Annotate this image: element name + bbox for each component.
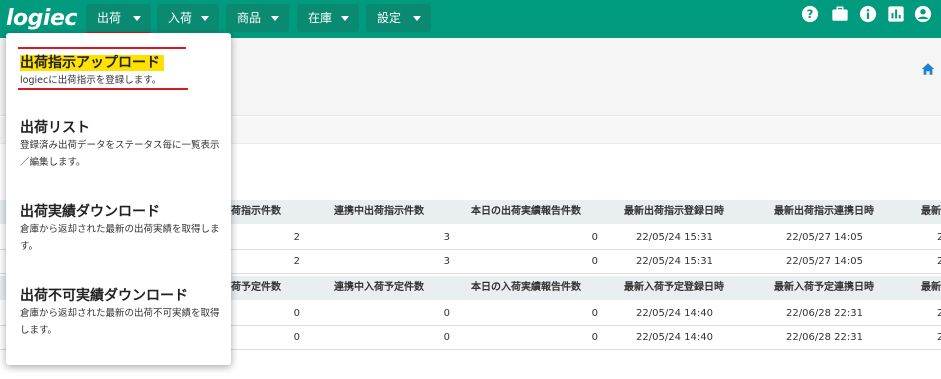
column-header: 本日の入荷実績報告件数 [471,282,581,293]
column-header: 最新入荷予定登録日時 [624,282,724,293]
table-cell: 3 [443,232,450,243]
chevron-down-icon [413,16,421,21]
shipping-dropdown-menu: 出荷指示アップロード logiecに出荷指示を登録します。 出荷リスト 登録済み… [6,33,231,365]
column-header: 荷指示件数 [231,206,281,217]
table-cell: 22/06/28 22:31 [786,308,863,319]
menu-item-description: logiecに出荷指示を登録します。 [20,75,162,86]
menu-item-description: 登録済み出荷データをステータス毎に一覧表示／編集します。 [20,140,220,168]
table-cell: 22/05/24 14:40 [636,308,713,319]
table-cell: 22/05/24 14:40 [636,332,713,343]
home-icon[interactable] [921,62,935,76]
column-header: 連携中出荷指示件数 [334,206,424,217]
nav-menu-inventory-label: 在庫 [308,11,333,25]
menu-item-title: 出荷不可実績ダウンロード [20,288,188,304]
nav-menu-products-label: 商品 [237,11,262,25]
table-cell: 2 [937,232,941,243]
chart-icon[interactable] [887,5,905,23]
table-cell: 2 [937,308,941,319]
nav-menu-receiving[interactable]: 入荷 [157,4,219,32]
table-cell: 0 [293,332,300,343]
chevron-down-icon [271,16,279,21]
table-cell: 22/05/27 14:05 [786,232,863,243]
table-cell: 3 [443,256,450,267]
table-cell: 22/06/28 22:31 [786,332,863,343]
menu-item-shipping-instruction-upload[interactable]: 出荷指示アップロード logiecに出荷指示を登録します。 [6,49,231,93]
nav-menu-receiving-label: 入荷 [168,11,193,25]
info-icon[interactable] [859,5,877,23]
menu-item-title: 出荷実績ダウンロード [20,204,160,220]
help-icon[interactable]: ? [801,5,819,23]
chevron-down-icon [201,16,209,21]
nav-menu-products[interactable]: 商品 [226,4,289,32]
nav-menu-shipping[interactable]: 出荷 [86,4,151,34]
menu-item-shipping-list[interactable]: 出荷リスト 登録済み出荷データをステータス毎に一覧表示／編集します。 [6,117,231,177]
menu-item-unshippable-results-download[interactable]: 出荷不可実績ダウンロード 倉庫から返却された最新の出荷不可実績を取得します。 [6,285,231,345]
table-cell: 0 [591,256,598,267]
menu-item-shipping-results-download[interactable]: 出荷実績ダウンロード 倉庫から返却された最新の出荷実績を取得します。 [6,201,231,261]
column-header: 最新 [921,206,941,217]
column-header: 本日の出荷実績報告件数 [471,206,581,217]
nav-menu-settings-label: 設定 [377,11,402,25]
table-cell: 0 [443,308,450,319]
column-header: 最新 [921,282,941,293]
menu-item-title: 出荷指示アップロード [20,52,164,72]
column-header: 連携中入荷予定件数 [334,282,424,293]
nav-menu-shipping-label: 出荷 [97,11,122,25]
table-cell: 0 [591,308,598,319]
column-header: 荷予定件数 [231,282,281,293]
column-header: 最新出荷指示連携日時 [774,206,874,217]
column-header: 最新出荷指示登録日時 [624,206,724,217]
table-cell: 2 [293,256,300,267]
menu-item-description: 倉庫から返却された最新の出荷実績を取得します。 [20,224,220,252]
column-header: 最新入荷予定連携日時 [774,282,874,293]
nav-menu-inventory[interactable]: 在庫 [297,4,359,32]
logiec-logo[interactable]: logiec [6,4,77,34]
chevron-down-icon [341,16,349,21]
chevron-down-icon [133,16,141,21]
menu-item-description: 倉庫から返却された最新の出荷不可実績を取得します。 [20,308,220,336]
briefcase-icon[interactable] [831,5,849,23]
table-cell: 22/05/24 15:31 [636,232,713,243]
table-cell: 2 [937,256,941,267]
highlight-underline [18,88,188,90]
account-icon[interactable] [914,5,932,23]
table-cell: 2 [293,232,300,243]
menu-item-title: 出荷リスト [20,120,90,136]
nav-menu-settings[interactable]: 設定 [366,4,431,32]
table-cell: 22/05/27 14:05 [786,256,863,267]
table-cell: 22/05/24 15:31 [636,256,713,267]
table-cell: 0 [293,308,300,319]
table-cell: 0 [591,232,598,243]
svg-text:?: ? [807,7,814,21]
table-cell: 0 [591,332,598,343]
table-cell: 0 [443,332,450,343]
table-cell: 2 [937,332,941,343]
